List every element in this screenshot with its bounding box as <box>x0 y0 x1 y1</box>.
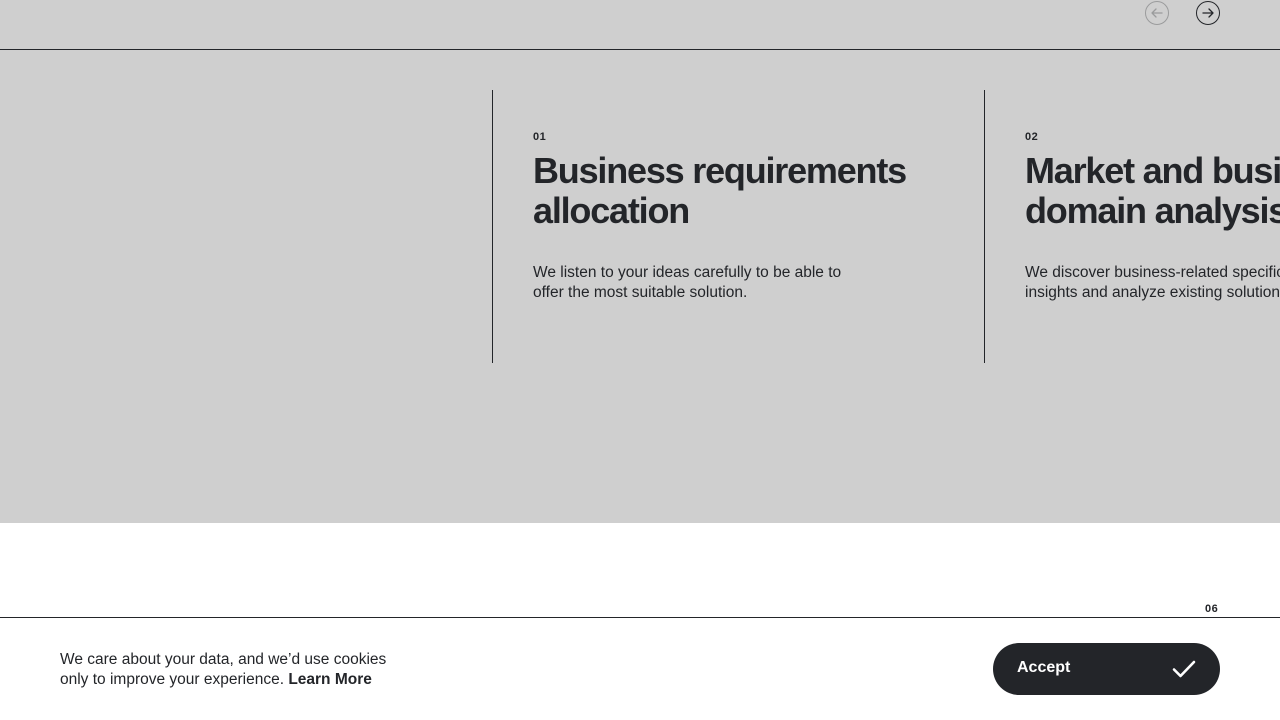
card-description: We discover business-related specific in… <box>1025 264 1280 301</box>
accept-label: Accept <box>1017 659 1071 676</box>
learn-more-link[interactable]: Learn More <box>288 671 372 688</box>
card-description: We listen to your ideas carefully to be … <box>533 264 842 301</box>
cookie-message: We care about your data, and we’d use co… <box>60 650 400 690</box>
card-number: 02 <box>1025 131 1039 143</box>
section-counter: 06 <box>1205 603 1219 615</box>
process-slider: 01 Business requirements allocation We l… <box>0 0 1280 523</box>
arrow-right-icon <box>1200 5 1216 21</box>
slider-nav <box>0 0 1280 50</box>
card-title: Business requirements allocation <box>533 150 907 231</box>
slider-next-button[interactable] <box>1196 1 1220 25</box>
card-title: Market and business domain analysis <box>1025 150 1280 231</box>
process-card: 02 Market and business domain analysis W… <box>984 90 1280 363</box>
cookie-banner: We care about your data, and we’d use co… <box>0 617 1280 720</box>
process-card: 01 Business requirements allocation We l… <box>492 90 984 363</box>
card-number: 01 <box>533 131 547 143</box>
accept-cookies-button[interactable]: Accept <box>993 643 1220 695</box>
slider-prev-button[interactable] <box>1145 1 1169 25</box>
page: 01 Business requirements allocation We l… <box>0 0 1280 720</box>
checkmark-icon <box>1172 658 1196 680</box>
arrow-left-icon <box>1149 5 1165 21</box>
